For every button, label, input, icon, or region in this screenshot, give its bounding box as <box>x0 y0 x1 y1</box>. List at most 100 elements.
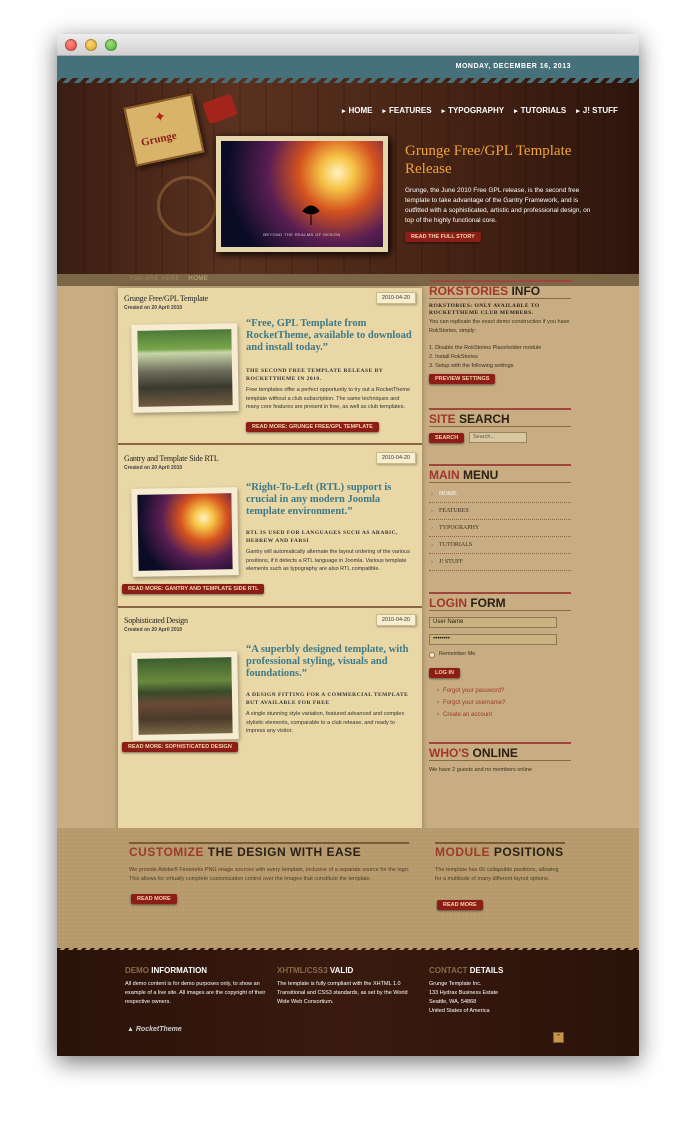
date-tag: 2010-04-20 <box>375 614 416 626</box>
article-quote: “A superbly designed template, with prof… <box>246 644 409 679</box>
customize-read-more-button[interactable]: READ MORE <box>131 894 177 904</box>
arrow-icon: › <box>437 688 439 694</box>
login-button[interactable]: LOG IN <box>429 668 460 678</box>
login-heading: LOGIN FORM <box>429 592 571 610</box>
password-input[interactable]: •••••••• <box>429 634 557 645</box>
arrow-icon: ▸ <box>342 108 346 115</box>
zoom-window-button[interactable] <box>105 39 117 51</box>
site-footer: DEMO INFORMATION All demo content is for… <box>57 944 639 1056</box>
article-quote: “Right-To-Left (RTL) support is crucial … <box>246 482 392 517</box>
article-body: A single stunning style variation, featu… <box>246 711 405 734</box>
demo-info-text: All demo content is for demo purposes on… <box>125 981 266 1005</box>
rokstories-step: 3. Setup with the following settings <box>429 363 514 369</box>
decorative-ornament <box>157 176 217 236</box>
create-account-link[interactable]: › Create an account <box>437 712 492 718</box>
read-more-button[interactable]: READ MORE: GRUNGE FREE/GPL TEMPLATE <box>246 422 379 432</box>
article-created: Created on 20 April 2010 <box>124 305 183 311</box>
decorative-tag <box>202 93 238 125</box>
contact-line: 133 Hydrax Business Estate <box>429 990 499 996</box>
rockettheme-logo[interactable]: ▲ RocketTheme <box>127 1026 182 1033</box>
online-text: We have 2 guests and no members online <box>429 767 532 773</box>
heading-underline <box>429 298 571 299</box>
date-tag: 2010-04-20 <box>375 452 416 464</box>
article-body: Gantry will automatically alternate the … <box>246 549 410 572</box>
forgot-password-link[interactable]: › Forgot your password? <box>437 688 504 694</box>
contact-line: United States of America <box>429 1008 490 1014</box>
nav-features[interactable]: ▸ FEATURES <box>383 106 432 115</box>
arrow-icon: › <box>431 525 433 531</box>
nav-home[interactable]: ▸ HOME <box>342 106 373 115</box>
remember-me-checkbox[interactable] <box>429 652 435 658</box>
arrow-icon: ▸ <box>382 108 387 115</box>
customize-text: We provide Adobe® Fireworks PNG image so… <box>129 867 410 882</box>
nav-tutorials[interactable]: ▸ TUTORIALS <box>514 106 566 115</box>
read-more-button[interactable]: READ MORE: GANTRY AND TEMPLATE SIDE RTL <box>122 584 265 594</box>
remember-me-row: Remember Me <box>429 651 529 660</box>
rokstories-text: You can replicate the exact demo constru… <box>429 319 570 334</box>
minimize-window-button[interactable] <box>85 39 97 51</box>
menu-item-home[interactable]: › HOME <box>429 486 571 503</box>
logo-text: Grunge <box>139 129 178 149</box>
article-subtitle: RTL IS USED FOR LANGUAGES SUCH AS ARABIC… <box>246 530 399 544</box>
article-3: Sophisticated Design Created on 20 April… <box>118 610 422 780</box>
featured-caption: BEYOND THE REALMS OF DESIGN <box>263 232 341 237</box>
breadcrumb-home[interactable]: HOME <box>188 276 208 282</box>
customize-heading: CUSTOMIZE THE DESIGN WITH EASE <box>129 842 409 859</box>
rokstories-step: 2. Install RokStories <box>429 354 478 360</box>
article-subtitle: A DESIGN FITTING FOR A COMMERCIAL TEMPLA… <box>246 692 409 706</box>
main-content: Grunge Free/GPL Template Created on 20 A… <box>118 288 422 838</box>
module-read-more-button[interactable]: READ MORE <box>437 900 483 910</box>
valid-heading: XHTML/CSS3 VALID <box>277 966 354 975</box>
contact-line: Seattle, WA, 54868 <box>429 999 477 1005</box>
scroll-to-top-button[interactable]: ⌃ <box>553 1032 564 1043</box>
close-window-button[interactable] <box>65 39 77 51</box>
menu-item-jstuff[interactable]: › J! STUFF <box>429 554 571 571</box>
article-photo-frame <box>131 487 239 577</box>
featured-description: Grunge, the June 2010 Free GPL release, … <box>405 187 591 224</box>
heading-underline <box>429 760 571 761</box>
top-strip: MONDAY, DECEMBER 16, 2013 <box>57 56 639 83</box>
article-created: Created on 20 April 2010 <box>124 627 183 633</box>
contact-heading: CONTACT DETAILS <box>429 966 504 975</box>
read-full-story-button[interactable]: READ THE FULL STORY <box>405 232 481 242</box>
contact-line: Grunge Template Inc. <box>429 981 482 987</box>
username-input[interactable]: User Name <box>429 617 557 628</box>
forgot-username-link[interactable]: › Forgot your username? <box>437 700 505 706</box>
module-heading: MODULE POSITIONS <box>435 842 565 859</box>
article-1: Grunge Free/GPL Template Created on 20 A… <box>118 288 422 450</box>
arrow-icon: › <box>431 491 433 497</box>
nav-typography[interactable]: ▸ TYPOGRAPHY <box>442 106 505 115</box>
featured-image-frame: BEYOND THE REALMS OF DESIGN <box>216 136 388 252</box>
article-title[interactable]: Gantry and Template Side RTL <box>124 454 219 463</box>
arrow-icon: ▸ <box>514 108 518 115</box>
nav-jstuff[interactable]: ▸ J! STUFF <box>576 106 618 115</box>
site-logo[interactable]: ✦ Grunge <box>123 93 205 167</box>
truck-photo <box>137 657 233 735</box>
module-text: The template has 66 collapsible position… <box>435 867 559 882</box>
arrow-icon: › <box>431 542 433 548</box>
menu-item-typography[interactable]: › TYPOGRAPHY <box>429 520 571 537</box>
rocket-icon: ▲ <box>127 1026 136 1033</box>
eagle-icon: ✦ <box>152 107 168 126</box>
rokstories-step: 1. Disable the RokStories Placeholder mo… <box>429 345 542 351</box>
menu-item-tutorials[interactable]: › TUTORIALS <box>429 537 571 554</box>
article-quote: “Free, GPL Template from RocketTheme, av… <box>246 318 412 353</box>
main-navigation: ▸ HOME ▸ FEATURES ▸ TYPOGRAPHY ▸ TUTORIALS ▸… <box>342 106 618 115</box>
article-photo-frame <box>131 323 239 413</box>
search-input[interactable]: Search... <box>469 432 527 443</box>
online-heading: WHO'S ONLINE <box>429 742 571 760</box>
heading-underline <box>429 426 571 427</box>
arrow-icon: › <box>431 508 433 514</box>
truck-photo <box>137 329 233 407</box>
article-photo-frame <box>131 651 239 741</box>
preview-settings-button[interactable]: PREVIEW SETTINGS <box>429 374 496 384</box>
menu-item-features[interactable]: › FEATURES <box>429 503 571 520</box>
read-more-button[interactable]: READ MORE: SOPHISTICATED DESIGN <box>122 742 238 752</box>
article-title[interactable]: Grunge Free/GPL Template <box>124 294 208 303</box>
search-button[interactable]: SEARCH <box>429 433 465 443</box>
article-separator <box>118 443 422 445</box>
arrow-icon: › <box>437 700 439 706</box>
article-subtitle: THE SECOND FREE TEMPLATE RELEASE BY ROCK… <box>246 368 384 382</box>
article-title[interactable]: Sophisticated Design <box>124 616 188 625</box>
arrow-icon: ▸ <box>576 108 580 115</box>
